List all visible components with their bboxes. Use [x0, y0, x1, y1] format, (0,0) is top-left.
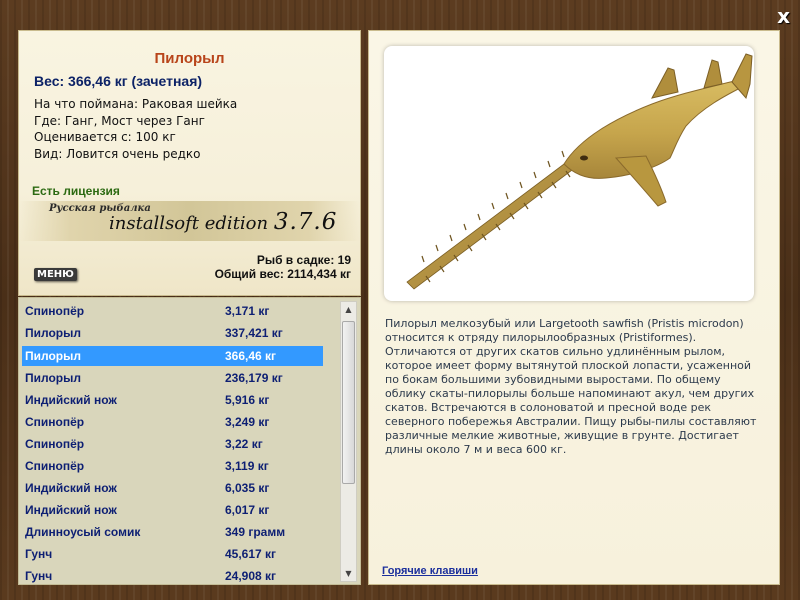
keepnet-summary: Рыб в садке: 19 Общий вес: 2114,434 кг	[215, 253, 351, 281]
catch-name: Индийский нож	[25, 503, 117, 517]
catch-weight: 337,421 кг	[225, 326, 283, 340]
list-item[interactable]: Спинопёр 3,249 кг	[22, 412, 323, 432]
fish-details-panel: Пилорыл мелкозубый или Largetooth sawfis…	[368, 30, 780, 585]
saw-rostrum	[406, 150, 581, 290]
catch-weight: 45,617 кг	[225, 547, 277, 561]
trophy-weight-info: Оценивается с: 100 кг	[34, 130, 176, 144]
catch-weight: 24,908 кг	[225, 569, 277, 583]
catch-name: Индийский нож	[25, 393, 117, 407]
fish-count: Рыб в садке: 19	[256, 253, 351, 267]
list-item[interactable]: Длинноусый сомик 349 грамм	[22, 522, 323, 542]
logo-version: 3.7.6	[273, 209, 338, 235]
license-status: Есть лицензия	[32, 184, 120, 198]
catch-name: Длинноусый сомик	[25, 525, 141, 539]
total-weight: Общий вес: 2114,434 кг	[214, 267, 351, 281]
menu-button[interactable]: МЕНЮ	[34, 268, 77, 281]
list-item[interactable]: Гунч 45,617 кг	[22, 544, 323, 564]
catch-weight: 3,249 кг	[225, 415, 270, 429]
bait-info: На что поймана: Раковая шейка	[34, 97, 238, 111]
list-item[interactable]: Пилорыл 236,179 кг	[22, 368, 323, 388]
scroll-thumb[interactable]	[342, 321, 355, 484]
hotkeys-link[interactable]: Горячие клавиши	[382, 565, 478, 577]
catch-weight: 6,035 кг	[225, 481, 270, 495]
catch-weight: 3,119 кг	[225, 459, 269, 473]
close-button[interactable]: x	[777, 4, 790, 28]
catch-name: Гунч	[25, 547, 53, 561]
eye	[580, 155, 588, 161]
fish-weight: Вес: 366,46 кг (зачетная)	[34, 73, 203, 89]
scroll-down-icon[interactable]: ▼	[341, 566, 356, 581]
scroll-up-icon[interactable]: ▲	[341, 302, 356, 317]
catch-weight: 6,017 кг	[225, 503, 270, 517]
logo-edition: installsoft edition	[109, 213, 269, 234]
dorsal-fin-front	[651, 67, 679, 99]
catch-weight: 366,46 кг	[225, 349, 277, 363]
tail-fin	[731, 53, 753, 100]
list-item[interactable]: Спинопёр 3,119 кг	[22, 456, 323, 476]
fish-info-panel: Пилорыл Вес: 366,46 кг (зачетная) На что…	[18, 30, 361, 296]
catch-name: Гунч	[25, 569, 53, 583]
list-item[interactable]: Индийский нож 5,916 кг	[22, 390, 323, 410]
list-scrollbar[interactable]: ▲ ▼	[340, 301, 357, 582]
sawfish-illustration	[406, 53, 753, 290]
catch-name: Спинопёр	[25, 304, 85, 318]
catch-weight: 3,22 кг	[225, 437, 263, 451]
catch-weight: 5,916 кг	[225, 393, 270, 407]
fish-image	[384, 46, 754, 301]
catch-name: Спинопёр	[25, 437, 85, 451]
list-item[interactable]: Спинопёр 3,22 кг	[22, 434, 323, 454]
catch-list[interactable]: Спинопёр 3,171 кг Пилорыл 337,421 кг Пил…	[18, 297, 361, 585]
catch-name: Пилорыл	[25, 326, 81, 340]
fish-title: Пилорыл	[154, 50, 225, 67]
game-logo: Русская рыбалка installsoft edition 3.7.…	[19, 201, 360, 241]
fish-info-list: На что поймана: Раковая шейка Где: Ганг,…	[34, 96, 237, 162]
catch-name: Пилорыл	[25, 371, 81, 385]
catch-name: Пилорыл	[25, 349, 81, 363]
list-item[interactable]: Гунч 24,908 кг	[22, 566, 323, 584]
dorsal-fin-rear	[703, 59, 723, 89]
list-item[interactable]: Индийский нож 6,035 кг	[22, 478, 323, 498]
catch-weight: 236,179 кг	[225, 371, 283, 385]
list-item[interactable]: Индийский нож 6,017 кг	[22, 500, 323, 520]
catch-weight: 3,171 кг	[225, 304, 270, 318]
logo-title: installsoft edition 3.7.6	[109, 209, 337, 235]
catch-name: Спинопёр	[25, 459, 85, 473]
location-info: Где: Ганг, Мост через Ганг	[34, 113, 205, 128]
catch-name: Спинопёр	[25, 415, 85, 429]
catch-name: Индийский нож	[25, 481, 117, 495]
fish-description: Пилорыл мелкозубый или Largetooth sawfis…	[385, 317, 757, 456]
list-item[interactable]: Спинопёр 3,171 кг	[22, 301, 323, 321]
catch-weight: 349 грамм	[225, 525, 286, 539]
list-item-selected[interactable]: Пилорыл 366,46 кг	[22, 346, 323, 366]
rarity-info: Вид: Ловится очень редко	[34, 146, 201, 161]
list-item[interactable]: Пилорыл 337,421 кг	[22, 323, 323, 343]
